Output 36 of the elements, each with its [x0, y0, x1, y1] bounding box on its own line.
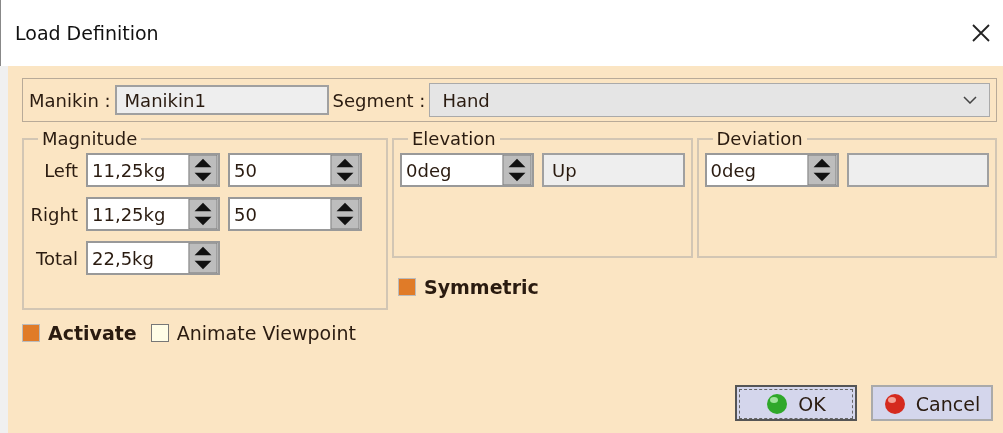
row-label: Right [30, 203, 78, 225]
spin-arrows-icon[interactable] [188, 155, 218, 185]
row-label: Left [43, 159, 78, 181]
spin-arrows-icon[interactable] [188, 243, 218, 273]
spin-field[interactable]: 50 [228, 197, 362, 231]
direction-field[interactable]: Up [542, 153, 685, 187]
segment-dropdown[interactable]: Hand [429, 83, 990, 117]
spin-field[interactable]: 50 [228, 153, 362, 187]
spin-field[interactable]: 0deg [704, 153, 839, 187]
spin-arrows-icon[interactable] [806, 155, 837, 185]
direction-field[interactable] [846, 153, 989, 187]
segment-label: Segment : [332, 89, 426, 111]
spin-field[interactable]: 0deg [400, 153, 534, 187]
spin-arrows-icon[interactable] [330, 199, 360, 229]
group-title: Elevation [411, 128, 497, 149]
spin-field[interactable]: 11,25kg [86, 197, 220, 231]
spin-arrows-icon[interactable] [330, 155, 360, 185]
spin-field[interactable]: 11,25kg [86, 153, 220, 187]
group-title: Magnitude [41, 128, 139, 149]
chevron-icon [963, 96, 977, 104]
ok-ball-icon [766, 393, 789, 415]
spin-field[interactable]: 22,5kg [86, 241, 220, 275]
window-title: Load Definition [15, 22, 159, 44]
dialog-button[interactable]: OK [735, 385, 857, 421]
dialog-button[interactable]: Cancel [871, 385, 993, 421]
row-label: Total [34, 247, 78, 269]
cancel-ball-icon [883, 393, 906, 415]
option-checkbox[interactable]: Animate Viewpoint [150, 322, 356, 344]
spin-arrows-icon[interactable] [502, 155, 532, 185]
close-icon[interactable] [971, 23, 991, 43]
manikin-label: Manikin : [29, 89, 111, 111]
manikin-field[interactable]: Manikin1 [114, 85, 329, 115]
spin-arrows-icon[interactable] [188, 199, 218, 229]
symmetric-checkbox[interactable]: Symmetric [398, 276, 997, 298]
option-checkbox[interactable]: Activate [22, 322, 137, 344]
group-title: Deviation [715, 128, 804, 149]
